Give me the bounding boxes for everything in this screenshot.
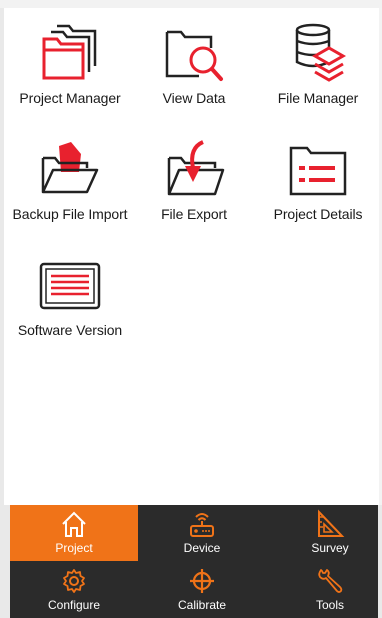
nav-device[interactable]: Device xyxy=(138,505,266,561)
backup-file-import-tile[interactable]: Backup File Import xyxy=(8,124,132,240)
nav-label: Tools xyxy=(315,598,344,612)
wrench-icon xyxy=(315,566,345,596)
crosshair-icon xyxy=(187,566,217,596)
folder-stack-icon xyxy=(35,22,105,84)
triangle-ruler-icon xyxy=(315,509,345,539)
grid-row: Project Manager View Data File Manager xyxy=(8,8,382,124)
monitor-lines-icon xyxy=(35,254,105,316)
project-details-tile[interactable]: Project Details xyxy=(256,124,380,240)
tile-label: Software Version xyxy=(17,322,123,338)
nav-survey[interactable]: Survey xyxy=(266,505,382,561)
bottom-nav: Project Device Survey Configure Calibrat… xyxy=(0,505,382,618)
software-version-tile[interactable]: Software Version xyxy=(8,240,132,356)
file-export-tile[interactable]: File Export xyxy=(132,124,256,240)
nav-calibrate[interactable]: Calibrate xyxy=(138,562,266,618)
tile-label: Backup File Import xyxy=(12,206,128,222)
tile-label: File Manager xyxy=(277,90,359,106)
grid-row: Software Version xyxy=(8,240,382,356)
tile-label: File Export xyxy=(161,206,227,222)
folder-list-icon xyxy=(283,138,353,200)
file-manager-tile[interactable]: File Manager xyxy=(256,8,380,124)
nav-project[interactable]: Project xyxy=(10,505,138,561)
folder-export-icon xyxy=(159,138,229,200)
home-icon xyxy=(59,509,89,539)
grid-row: Backup File Import File Export Project D… xyxy=(8,124,382,240)
nav-label: Device xyxy=(183,541,221,555)
tile-label: View Data xyxy=(162,90,226,106)
nav-tools[interactable]: Tools xyxy=(266,562,382,618)
status-strip xyxy=(0,0,382,8)
folder-search-icon xyxy=(159,22,229,84)
tile-label: Project Manager xyxy=(19,90,121,106)
nav-label: Project xyxy=(55,541,93,555)
nav-label: Calibrate xyxy=(177,598,227,612)
nav-configure[interactable]: Configure xyxy=(10,562,138,618)
view-data-tile[interactable]: View Data xyxy=(132,8,256,124)
gear-icon xyxy=(59,566,89,596)
left-edge xyxy=(0,8,4,505)
router-icon xyxy=(187,509,217,539)
folder-import-icon xyxy=(35,138,105,200)
nav-left-edge xyxy=(0,505,10,618)
tile-label: Project Details xyxy=(273,206,363,222)
database-layers-icon xyxy=(283,22,353,84)
nav-label: Survey xyxy=(311,541,349,555)
nav-label: Configure xyxy=(47,598,101,612)
project-manager-tile[interactable]: Project Manager xyxy=(8,8,132,124)
